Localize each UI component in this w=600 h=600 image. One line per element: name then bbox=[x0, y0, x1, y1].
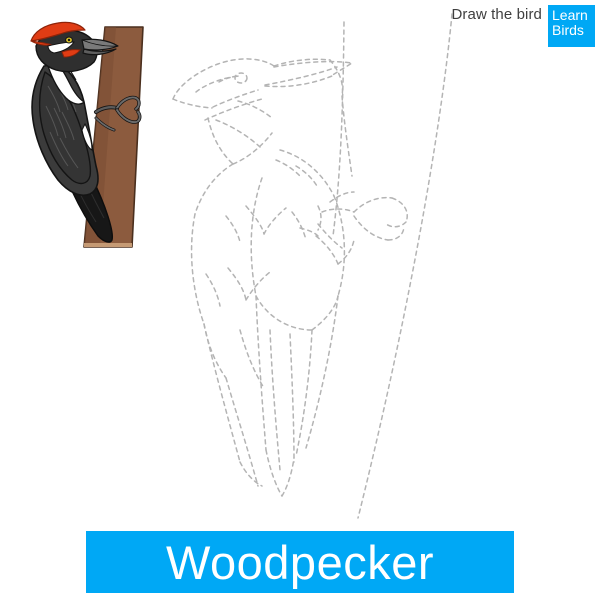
worksheet-page: Draw the bird Learn Birds Woodpecker bbox=[0, 0, 600, 600]
colored-woodpecker-illustration bbox=[30, 21, 144, 248]
trunk-cut-end bbox=[84, 243, 132, 247]
eye-pupil bbox=[67, 38, 71, 42]
